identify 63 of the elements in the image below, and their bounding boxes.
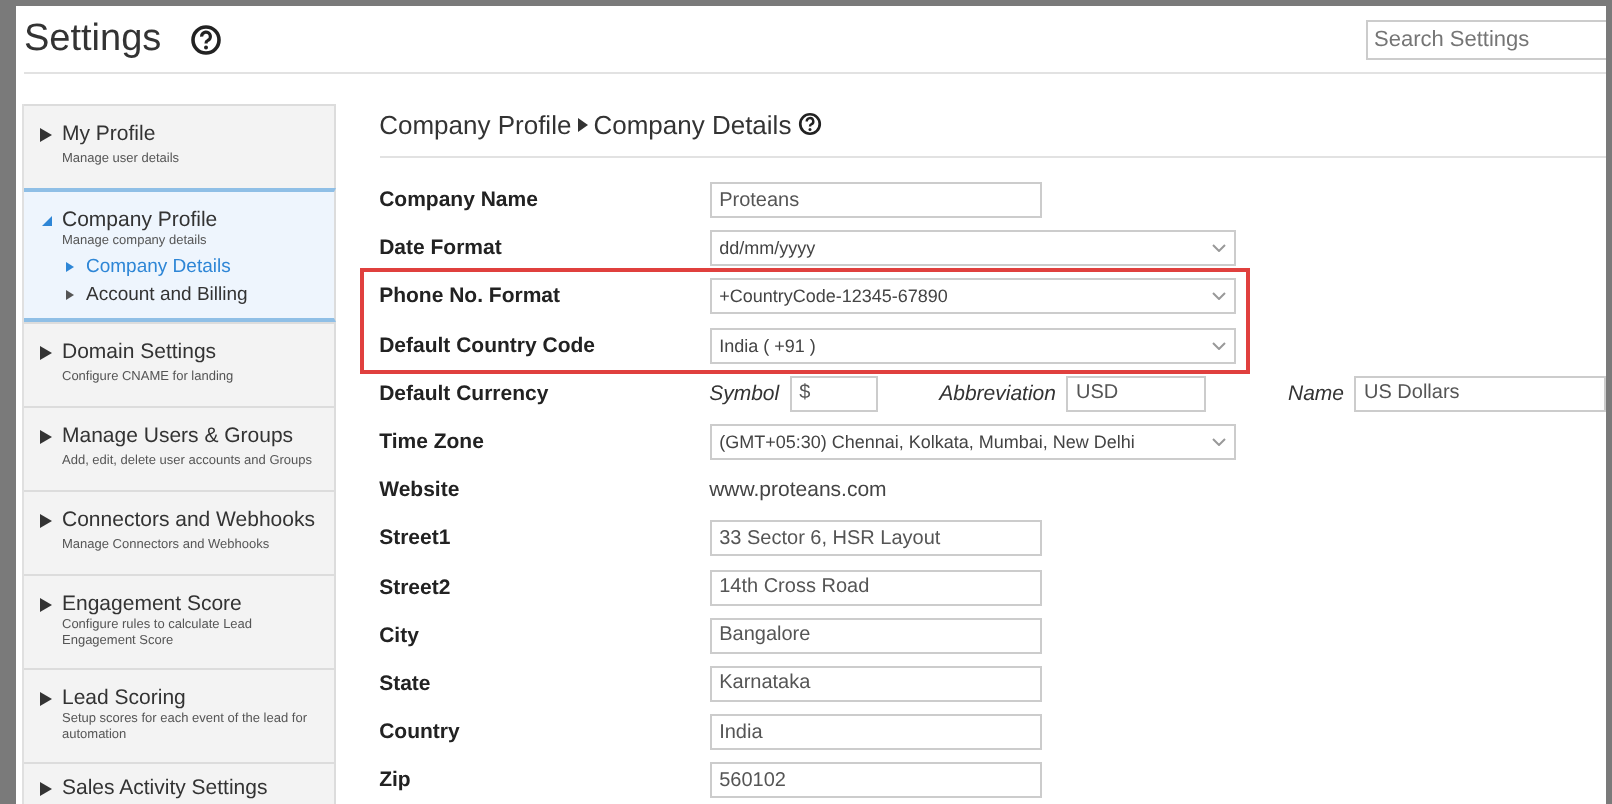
arrow-icon <box>66 262 74 272</box>
text-field[interactable]: 560102 <box>709 762 1042 799</box>
text-field[interactable]: USD <box>1065 375 1206 412</box>
chevron-down-icon <box>1211 438 1226 447</box>
field-label: Zip <box>379 768 413 793</box>
sidebar-item-title: Sales Activity Settings <box>62 776 270 802</box>
text-field[interactable]: US Dollars <box>1354 375 1606 412</box>
sidebar-item-title: Lead Scoring <box>62 686 188 712</box>
sidebar-item-title: Company Profile <box>62 208 220 234</box>
field-label: Symbol <box>709 381 780 406</box>
sidebar-subitem[interactable]: Account and Billing <box>86 284 248 306</box>
field-label: Country <box>379 720 462 745</box>
text-field[interactable]: India <box>709 714 1042 751</box>
sidebar-item[interactable]: Sales Activity Settings <box>24 762 336 804</box>
page-title: Settings <box>24 17 162 61</box>
collapsed-arrow-icon <box>40 692 52 706</box>
breadcrumb-separator-icon <box>577 117 588 131</box>
sidebar-subitem[interactable]: Company Details <box>86 256 231 278</box>
sidebar-item-title: Domain Settings <box>62 340 219 366</box>
dropdown[interactable]: India ( +91 ) <box>709 327 1236 364</box>
collapsed-arrow-icon <box>40 128 52 142</box>
breadcrumb-item: Company Profile <box>379 109 572 139</box>
collapsed-arrow-icon <box>40 430 52 444</box>
field-label: Street1 <box>379 526 453 551</box>
field-label: Name <box>1287 381 1344 406</box>
text-field[interactable]: 33 Sector 6, HSR Layout <box>709 520 1042 557</box>
field-label: Street2 <box>379 575 453 600</box>
dropdown[interactable]: +CountryCode-12345-67890 <box>709 278 1236 315</box>
text-field[interactable]: Karnataka <box>709 665 1042 702</box>
text-field[interactable]: Proteans <box>709 182 1042 219</box>
field-label: State <box>379 671 433 696</box>
field-label: Website <box>379 478 462 503</box>
field-label: Default Currency <box>379 381 551 406</box>
help-icon[interactable] <box>797 112 822 136</box>
field-value: www.proteans.com <box>709 478 887 503</box>
collapsed-arrow-icon <box>40 782 52 796</box>
sidebar-item-title: Connectors and Webhooks <box>62 508 317 534</box>
help-icon[interactable] <box>189 23 222 55</box>
text-field[interactable]: $ <box>789 375 878 412</box>
breadcrumb-item: Company Details <box>593 109 792 139</box>
chevron-down-icon <box>1211 292 1226 301</box>
collapsed-arrow-icon <box>40 514 52 528</box>
sidebar-item-title: Manage Users & Groups <box>62 424 296 450</box>
field-label: Default Country Code <box>379 333 598 358</box>
dropdown[interactable]: (GMT+05:30) Chennai, Kolkata, Mumbai, New Delhi <box>709 424 1236 461</box>
field-label: Date Format <box>379 236 504 261</box>
sidebar-item-title: Engagement Score <box>62 592 244 618</box>
arrow-icon <box>66 290 74 300</box>
text-field[interactable]: 14th Cross Road <box>709 569 1042 606</box>
chevron-down-icon <box>1211 244 1226 253</box>
field-label: Company Name <box>379 188 540 213</box>
field-label: Time Zone <box>379 430 486 455</box>
field-label: Abbreviation <box>939 381 1056 406</box>
collapsed-arrow-icon <box>40 598 52 612</box>
collapsed-arrow-icon <box>40 346 52 360</box>
search-field[interactable]: Search Settings <box>1366 19 1606 59</box>
expanded-arrow-icon <box>40 214 54 228</box>
sidebar-item-title: My Profile <box>62 122 158 148</box>
dropdown[interactable]: dd/mm/yyyy <box>709 230 1236 267</box>
text-field[interactable]: Bangalore <box>709 617 1042 654</box>
field-label: City <box>379 623 421 648</box>
field-label: Phone No. Format <box>379 284 563 309</box>
chevron-down-icon <box>1211 341 1226 350</box>
